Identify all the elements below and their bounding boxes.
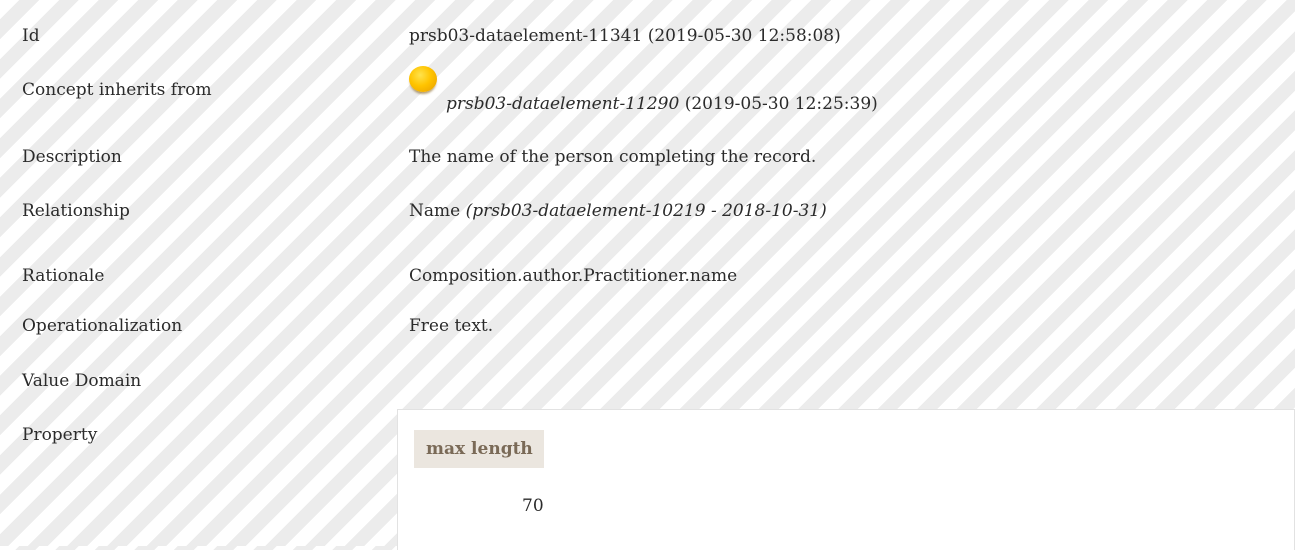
rationale-label: Rationale (22, 266, 105, 286)
description-value: The name of the person completing the re… (409, 147, 817, 167)
operationalization-value: Free text. (409, 316, 494, 336)
relationship-ref-link[interactable]: (prsb03-dataelement-10219 - 2018-10-31) (466, 201, 827, 221)
description-label: Description (22, 147, 122, 167)
relationship-label: Relationship (22, 201, 130, 221)
inherits-label: Concept inherits from (22, 80, 212, 100)
operationalization-row: Operationalization Free text. (0, 316, 1295, 340)
property-label: Property (22, 425, 98, 445)
property-table: max length 70 (397, 409, 1295, 550)
max-length-value: 70 (522, 496, 544, 516)
value-domain-row: Value Domain (0, 371, 1295, 395)
relationship-name: Name (409, 201, 461, 221)
inherits-text: prsb03-dataelement-11290 (2019-05-30 12:… (446, 94, 878, 114)
relationship-value: Name (prsb03-dataelement-10219 - 2018-10… (409, 201, 827, 221)
description-row: Description The name of the person compl… (0, 147, 1295, 171)
relationship-row: Relationship Name (prsb03-dataelement-10… (0, 201, 1295, 225)
value-domain-label: Value Domain (22, 371, 142, 391)
id-value: prsb03-dataelement-11341 (2019-05-30 12:… (409, 26, 841, 46)
max-length-header: max length (414, 430, 544, 468)
inherits-row: Concept inherits from prsb03-dataelement… (0, 66, 1295, 114)
inherits-value (409, 66, 445, 109)
inherits-ref-link[interactable]: prsb03-dataelement-11290 (446, 94, 679, 114)
rationale-value: Composition.author.Practitioner.name (409, 266, 738, 286)
inherits-date: (2019-05-30 12:25:39) (684, 94, 878, 114)
operationalization-label: Operationalization (22, 316, 183, 336)
id-row: Id prsb03-dataelement-11341 (2019-05-30 … (0, 26, 1295, 50)
id-label: Id (22, 26, 40, 46)
rationale-row: Rationale Composition.author.Practitione… (0, 266, 1295, 290)
status-dot-icon (409, 66, 437, 92)
